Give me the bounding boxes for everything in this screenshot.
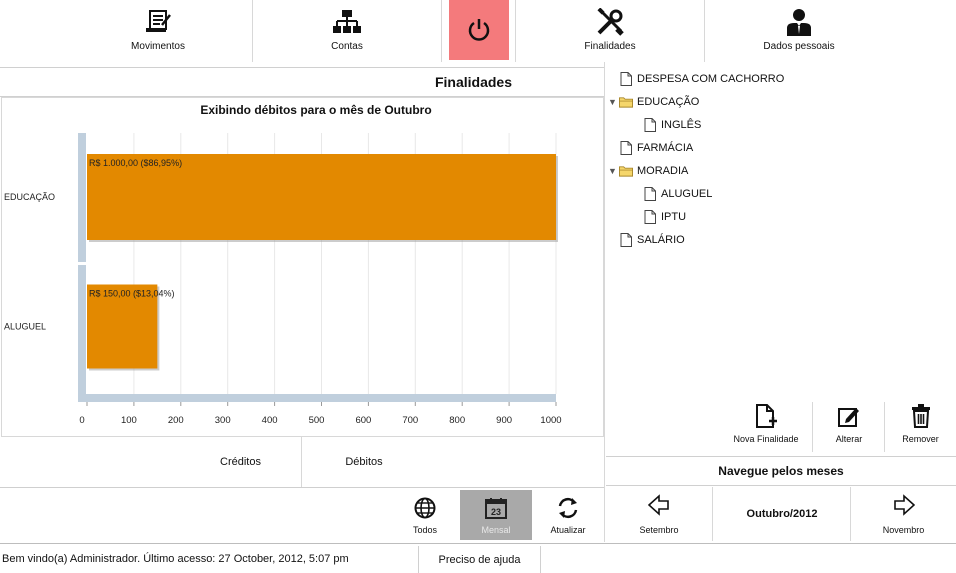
file-icon: [643, 210, 657, 224]
tree-item-file[interactable]: ALUGUEL: [638, 185, 712, 203]
chart-panel: Exibindo débitos para o mês de Outubro 0 1…: [1, 97, 604, 437]
tools-icon: [596, 8, 624, 36]
power-icon: [468, 19, 490, 41]
remover-button[interactable]: Remover: [885, 400, 956, 454]
previous-month-label: Setembro: [639, 525, 679, 535]
file-icon: [643, 118, 657, 132]
chart-category-label: EDUCAÇÃO: [4, 192, 55, 202]
chart-x-tick-label: 100: [121, 415, 137, 426]
toolbar-contas-button[interactable]: Contas: [253, 0, 441, 62]
alterar-label: Alterar: [835, 434, 863, 444]
toolbar-movimentos-button[interactable]: Movimentos: [64, 0, 252, 62]
todos-button[interactable]: Todos: [390, 490, 460, 540]
calendar-day: 23: [491, 507, 501, 517]
file-icon: [643, 187, 657, 201]
expand-arrow-icon[interactable]: ▼: [608, 97, 619, 107]
tree-item-file[interactable]: FARMÁCIA: [608, 139, 693, 157]
tree-item-label: IPTU: [661, 211, 687, 223]
tree-item-file[interactable]: SALÁRIO: [608, 231, 685, 249]
nova-finalidade-label: Nova Finalidade: [733, 434, 799, 444]
tree-item-label: FARMÁCIA: [637, 142, 694, 154]
arrow-right-icon: [892, 493, 916, 517]
file-icon: [619, 141, 633, 155]
tree-item-label: SALÁRIO: [637, 234, 685, 246]
calendar-icon: 23: [484, 496, 508, 520]
expand-arrow-icon[interactable]: ▼: [608, 166, 619, 176]
chart-title: Exibindo débitos para o mês de Outubro: [200, 103, 431, 117]
atualizar-button[interactable]: Atualizar: [533, 490, 603, 540]
panel-divider: [604, 62, 605, 542]
chart-x-tick-label: 700: [402, 415, 418, 426]
new-file-icon: [754, 404, 778, 428]
debits-bar-chart: Exibindo débitos para o mês de Outubro 0 1…: [4, 103, 562, 426]
globe-icon: [413, 496, 437, 520]
chart-x-tick-label: 0: [79, 415, 84, 426]
toolbar-dados-pessoais-button[interactable]: Dados pessoais: [705, 0, 893, 62]
chart-category-label: ALUGUEL: [4, 322, 46, 332]
main-toolbar: Movimentos Contas Finalidades Dados pess…: [0, 0, 956, 62]
tree-item-label: DESPESA COM CACHORRO: [637, 73, 785, 85]
welcome-status-text: Bem vindo(a) Administrador. Último acess…: [2, 553, 349, 565]
chart-x-axis: [78, 394, 556, 402]
toolbar-movimentos-label: Movimentos: [131, 41, 185, 52]
toolbar-dados-pessoais-label: Dados pessoais: [763, 41, 835, 52]
toolbar-contas-label: Contas: [331, 41, 363, 52]
refresh-icon: [556, 496, 580, 520]
month-navigation: Setembro Outubro/2012 Novembro: [606, 487, 956, 541]
chart-data-label: R$ 1.000,00 ($86,95%): [89, 158, 182, 168]
movements-icon: [144, 8, 172, 36]
chart-x-tick-label: 400: [262, 415, 278, 426]
chart-x-tick-label: 800: [449, 415, 465, 426]
tree-item-file[interactable]: INGLÊS: [638, 116, 701, 134]
mensal-button[interactable]: 23 Mensal: [460, 490, 532, 540]
mensal-label: Mensal: [481, 525, 511, 535]
chart-x-tick-label: 300: [215, 415, 231, 426]
file-icon: [619, 233, 633, 247]
tab-debitos[interactable]: Débitos: [302, 437, 426, 487]
next-month-button[interactable]: Novembro: [851, 487, 956, 541]
atualizar-label: Atualizar: [550, 525, 586, 535]
folder-icon: [619, 95, 633, 109]
tab-creditos[interactable]: Créditos: [180, 437, 301, 487]
toolbar-finalidades-button[interactable]: Finalidades: [516, 0, 704, 62]
month-nav-title: Navegue pelos meses: [606, 456, 956, 486]
file-icon: [619, 72, 633, 86]
accounts-hierarchy-icon: [333, 8, 361, 36]
tree-item-folder[interactable]: ▼ MORADIA: [608, 162, 688, 180]
credit-debit-tabs: Créditos Débitos: [0, 437, 604, 487]
tree-item-file[interactable]: DESPESA COM CACHORRO: [608, 70, 784, 88]
tree-item-label: MORADIA: [637, 165, 689, 177]
folder-icon: [619, 164, 633, 178]
page-title: Finalidades: [0, 67, 604, 97]
chart-x-tick-label: 200: [168, 415, 184, 426]
chart-data-label: R$ 150,00 ($13,04%): [89, 289, 175, 299]
chart-x-tick-label: 500: [309, 415, 325, 426]
user-tie-icon: [785, 8, 813, 36]
tree-item-label: EDUCAÇÃO: [637, 96, 700, 108]
help-button[interactable]: Preciso de ajuda: [418, 546, 541, 573]
chart-x-tick-label: 1000: [540, 415, 561, 426]
tree-item-file[interactable]: IPTU: [638, 208, 686, 226]
current-month-label: Outubro/2012: [746, 508, 818, 520]
arrow-left-icon: [647, 493, 671, 517]
todos-label: Todos: [412, 525, 438, 535]
tree-item-label: INGLÊS: [661, 119, 702, 131]
chart-x-tick-label: 900: [496, 415, 512, 426]
tree-item-folder[interactable]: ▼ EDUCAÇÃO: [608, 93, 699, 111]
previous-month-button[interactable]: Setembro: [606, 487, 712, 541]
edit-icon: [837, 404, 861, 428]
chart-x-tick-label: 600: [355, 415, 371, 426]
remover-label: Remover: [902, 434, 939, 444]
toolbar-divider: [441, 0, 442, 62]
view-toolbar: Todos 23 Mensal Atualizar: [0, 487, 604, 541]
nova-finalidade-button[interactable]: Nova Finalidade: [728, 400, 804, 454]
next-month-label: Novembro: [882, 525, 925, 535]
toolbar-finalidades-label: Finalidades: [584, 41, 636, 52]
finalidades-tree: DESPESA COM CACHORRO ▼ EDUCAÇÃO INGLÊS FARMÁ…: [608, 68, 953, 258]
tree-item-label: ALUGUEL: [661, 188, 713, 200]
alterar-button[interactable]: Alterar: [813, 400, 885, 454]
power-button[interactable]: [449, 0, 509, 60]
trash-icon: [909, 404, 933, 428]
status-bar: Bem vindo(a) Administrador. Último acess…: [0, 543, 956, 573]
